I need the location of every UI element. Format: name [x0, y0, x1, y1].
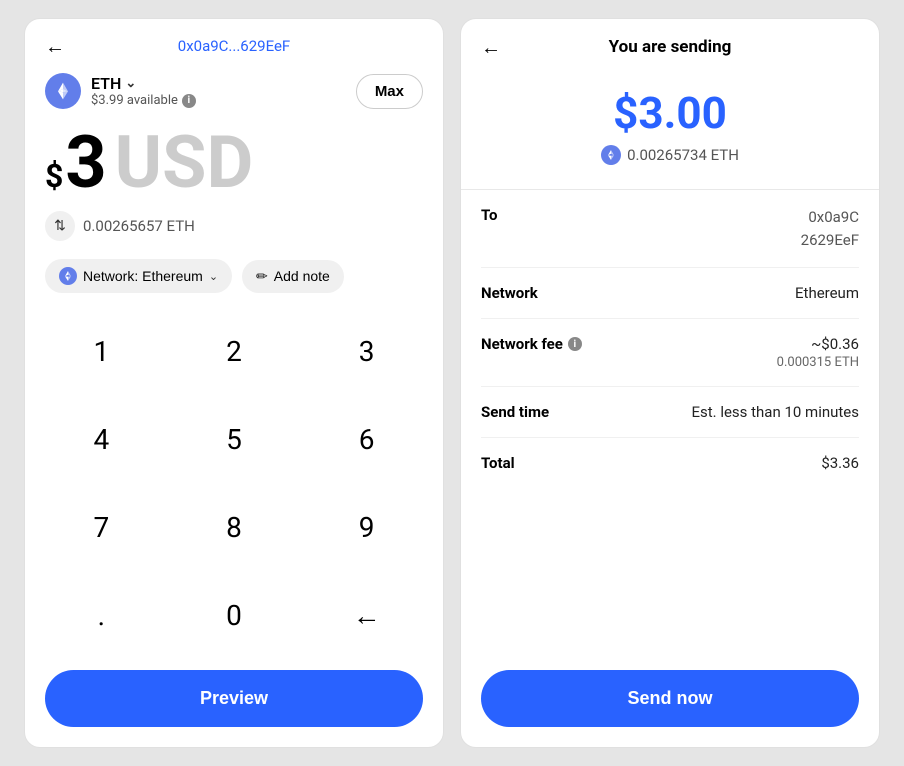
right-header: ← You are sending [461, 19, 879, 67]
network-fee-value: ~$0.36 [777, 335, 859, 353]
eth-amount-text: 0.00265657 ETH [83, 217, 195, 235]
amount-number: 3 [65, 127, 106, 199]
key-backspace[interactable]: ← [300, 572, 433, 660]
token-balance-value: $3.99 available [91, 93, 178, 108]
right-back-button[interactable]: ← [481, 35, 501, 60]
token-text: ETH ⌄ $3.99 available i [91, 74, 196, 108]
details-section: To 0x0a9C 2629EeF Network Ethereum Netwo… [461, 190, 879, 660]
total-label: Total [481, 454, 515, 472]
network-fee-label-text: Network fee [481, 335, 563, 353]
send-eth-icon [601, 145, 621, 165]
wallet-address[interactable]: 0x0a9C...629EeF [178, 37, 290, 55]
token-balance: $3.99 available i [91, 93, 196, 108]
key-9[interactable]: 9 [300, 484, 433, 572]
amount-display: $ 3 USD [25, 117, 443, 205]
send-dollar-amount: $3.00 [613, 87, 727, 139]
eth-icon [45, 73, 81, 109]
network-chevron-icon: ⌄ [209, 270, 218, 283]
send-time-label: Send time [481, 403, 549, 421]
dollar-sign: $ [45, 157, 63, 195]
token-name-label: ETH [91, 74, 121, 93]
network-icon [59, 267, 77, 285]
network-fee-label: Network fee i [481, 335, 582, 353]
swap-icon[interactable]: ⇅ [45, 211, 75, 241]
pencil-icon: ✏ [256, 268, 268, 285]
key-2[interactable]: 2 [168, 307, 301, 395]
key-4[interactable]: 4 [35, 395, 168, 483]
send-eth-row: 0.00265734 ETH [601, 145, 739, 165]
fee-info-icon[interactable]: i [568, 337, 582, 351]
to-address-line2: 2629EeF [801, 229, 859, 252]
network-button[interactable]: Network: Ethereum ⌄ [45, 259, 232, 293]
network-fee-sub-value: 0.000315 ETH [777, 355, 859, 370]
preview-button[interactable]: Preview [45, 670, 423, 727]
to-address-line1: 0x0a9C [801, 206, 859, 229]
send-amount-section: $3.00 0.00265734 ETH [461, 67, 879, 190]
key-5[interactable]: 5 [168, 395, 301, 483]
back-button[interactable]: ← [45, 34, 65, 59]
currency-label: USD [115, 127, 254, 199]
key-3[interactable]: 3 [300, 307, 433, 395]
network-label: Network [481, 284, 538, 302]
key-1[interactable]: 1 [35, 307, 168, 395]
key-0[interactable]: 0 [168, 572, 301, 660]
to-address: 0x0a9C 2629EeF [801, 206, 859, 251]
send-panel: ← 0x0a9C...629EeF ETH [24, 18, 444, 748]
token-row: ETH ⌄ $3.99 available i Max [25, 65, 443, 117]
token-name[interactable]: ETH ⌄ [91, 74, 196, 93]
send-time-row: Send time Est. less than 10 minutes [481, 387, 859, 438]
app-container: ← 0x0a9C...629EeF ETH [0, 0, 904, 766]
network-btn-label: Network: Ethereum [83, 268, 203, 284]
send-time-value: Est. less than 10 minutes [691, 403, 859, 421]
network-row: Network Ethereum [481, 268, 859, 319]
numpad: 123 456 789.0← [25, 307, 443, 660]
total-row: Total $3.36 [481, 438, 859, 488]
confirm-panel: ← You are sending $3.00 0.00265734 ETH [460, 18, 880, 748]
key-8[interactable]: 8 [168, 484, 301, 572]
left-header: ← 0x0a9C...629EeF [25, 19, 443, 65]
token-chevron-icon: ⌄ [125, 76, 136, 91]
to-row: To 0x0a9C 2629EeF [481, 190, 859, 268]
add-note-label: Add note [274, 268, 330, 284]
max-button[interactable]: Max [356, 74, 423, 109]
total-value: $3.36 [821, 454, 859, 472]
add-note-button[interactable]: ✏ Add note [242, 260, 344, 293]
to-label: To [481, 206, 498, 224]
network-value: Ethereum [795, 284, 859, 302]
key-7[interactable]: 7 [35, 484, 168, 572]
send-eth-text: 0.00265734 ETH [627, 146, 739, 164]
options-row: Network: Ethereum ⌄ ✏ Add note [25, 255, 443, 307]
panel-title: You are sending [609, 37, 732, 57]
key-6[interactable]: 6 [300, 395, 433, 483]
key-decimal[interactable]: . [35, 572, 168, 660]
info-icon[interactable]: i [182, 94, 196, 108]
send-now-button[interactable]: Send now [481, 670, 859, 727]
token-info: ETH ⌄ $3.99 available i [45, 73, 196, 109]
network-fee-row: Network fee i ~$0.36 0.000315 ETH [481, 319, 859, 387]
network-fee-values: ~$0.36 0.000315 ETH [777, 335, 859, 370]
eth-amount-row: ⇅ 0.00265657 ETH [25, 205, 443, 255]
